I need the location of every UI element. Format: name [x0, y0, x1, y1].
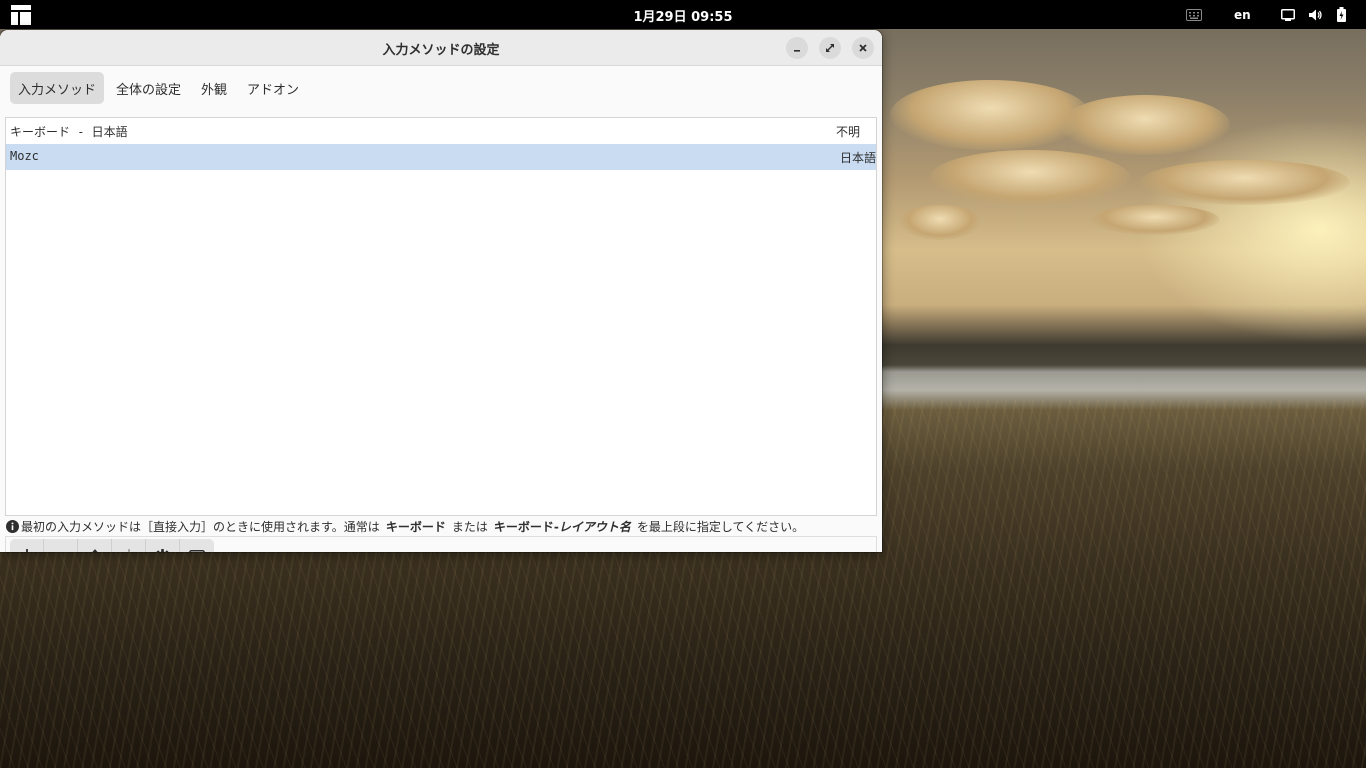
window-title: 入力メソッドの設定	[382, 43, 500, 58]
move-down-icon	[127, 549, 130, 552]
title-bar[interactable]: 入力メソッドの設定	[0, 30, 882, 66]
close-icon	[859, 44, 867, 52]
input-method-name: Mozc	[10, 149, 39, 163]
list-toolbar	[10, 539, 214, 552]
wallpaper-cloud	[900, 205, 980, 240]
wallpaper-cloud	[1090, 205, 1220, 235]
input-method-list[interactable]: キーボード - 日本語 不明 Mozc 日本語	[5, 117, 877, 516]
clock: 1月29日 09:55	[0, 6, 1366, 25]
keyboard-layout-icon	[189, 550, 205, 552]
info-text: または	[451, 519, 488, 534]
remove-button[interactable]	[44, 539, 78, 552]
close-button[interactable]	[852, 37, 874, 59]
remove-icon	[54, 549, 68, 552]
add-button[interactable]	[10, 539, 44, 552]
info-message: 最初の入力メソッドは［直接入力］のときに使用されます。通常は キーボード または…	[6, 517, 878, 535]
wallpaper-cloud	[890, 80, 1090, 150]
list-item[interactable]: Mozc 日本語	[6, 144, 876, 170]
move-up-icon	[91, 549, 98, 552]
minimize-icon	[794, 50, 800, 52]
input-method-language: 日本語	[839, 151, 876, 165]
input-language-indicator[interactable]: en	[1234, 4, 1251, 25]
activities-icon[interactable]	[11, 5, 31, 25]
input-method-settings-window: 入力メソッドの設定 入力メソッド 全体の設定 外観 アドオン キーボード - 日…	[0, 30, 882, 552]
wallpaper-cloud	[930, 150, 1130, 205]
maximize-icon	[826, 44, 834, 52]
info-text: を最上段に指定してください。	[636, 519, 805, 534]
clock-label[interactable]: 1月29日 09:55	[633, 10, 732, 25]
info-keyword-layout-name: レイアウト名	[558, 519, 631, 534]
info-icon	[6, 519, 19, 533]
tab-appearance[interactable]: 外観	[193, 72, 235, 104]
tab-input-method[interactable]: 入力メソッド	[10, 72, 105, 104]
battery-icon[interactable]	[1337, 4, 1346, 25]
volume-icon[interactable]	[1308, 4, 1322, 25]
maximize-button[interactable]	[819, 37, 841, 59]
info-keyword-keyboard-layout: キーボード-	[493, 519, 559, 534]
add-icon	[25, 549, 28, 552]
top-bar: 1月29日 09:55 en	[0, 0, 1366, 29]
input-method-language: 不明	[835, 125, 860, 139]
display-icon[interactable]	[1281, 4, 1295, 25]
move-up-button[interactable]	[78, 539, 112, 552]
configure-button[interactable]	[146, 539, 180, 552]
move-down-button[interactable]	[112, 539, 146, 552]
tab-global-settings[interactable]: 全体の設定	[108, 72, 189, 104]
wallpaper-cloud	[1060, 95, 1230, 155]
list-item[interactable]: キーボード - 日本語 不明	[6, 118, 876, 144]
keyboard-icon[interactable]	[1186, 4, 1202, 25]
info-keyword-keyboard: キーボード	[385, 519, 446, 534]
wallpaper-cloud	[1140, 160, 1350, 205]
input-method-name: キーボード - 日本語	[10, 125, 128, 139]
settings-icon	[156, 548, 169, 552]
keyboard-layout-button[interactable]	[180, 539, 214, 552]
tab-addons[interactable]: アドオン	[239, 72, 307, 104]
minimize-button[interactable]	[786, 37, 808, 59]
settings-tabs: 入力メソッド 全体の設定 外観 アドオン	[10, 72, 307, 106]
info-text: 最初の入力メソッドは［直接入力］のときに使用されます。通常は	[21, 519, 380, 534]
